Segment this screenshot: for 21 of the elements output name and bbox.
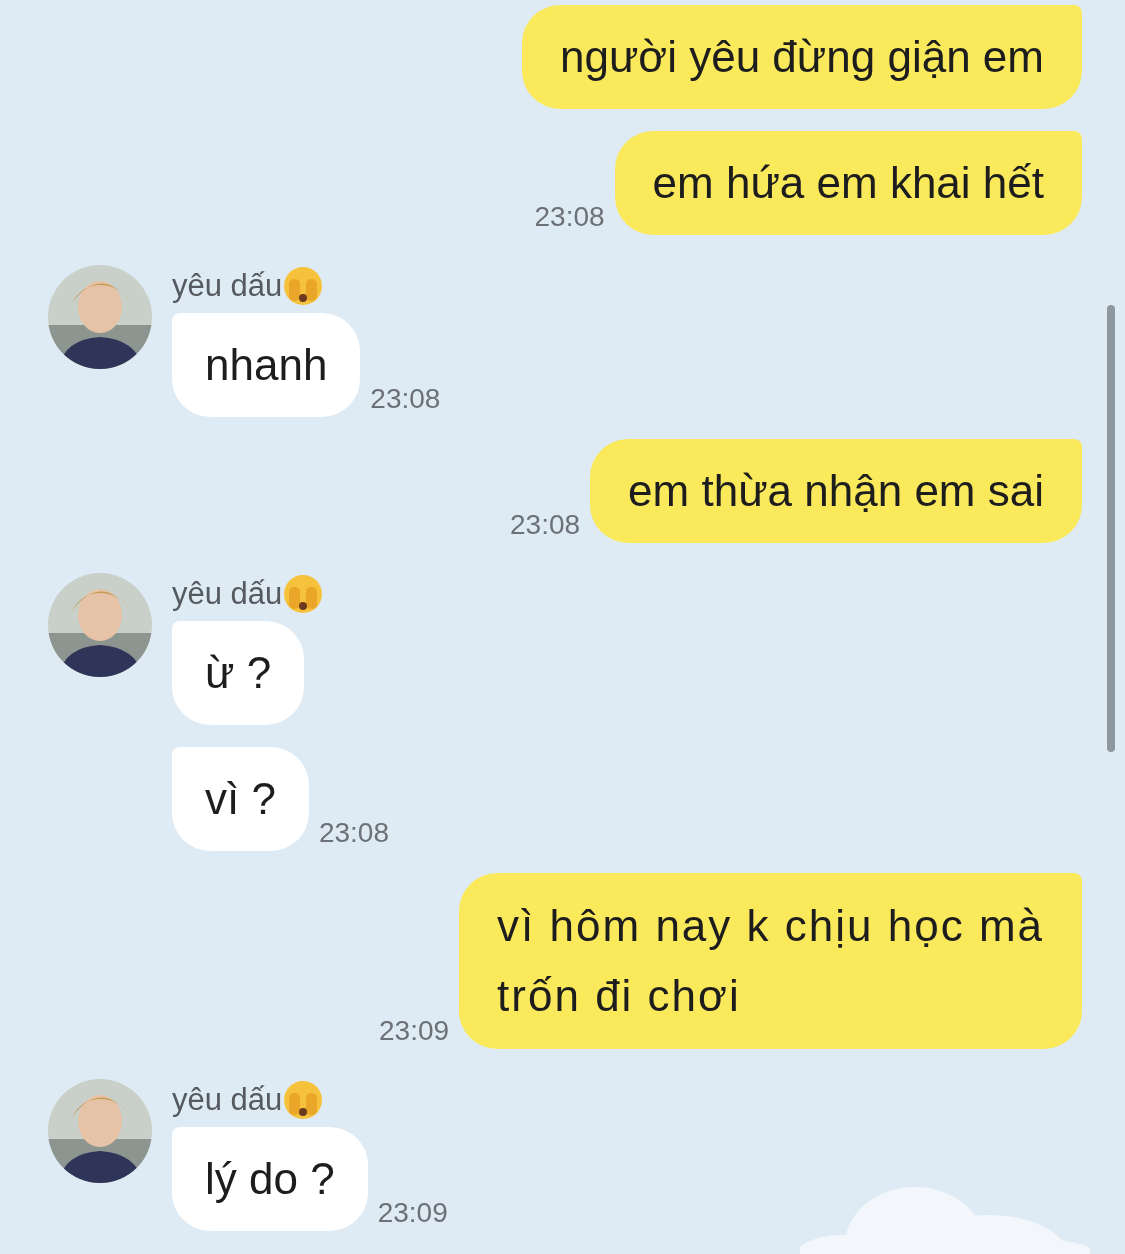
message-bubble: em hứa em khai hết (614, 131, 1082, 235)
message-bubble: người yêu đừng giận em (521, 5, 1082, 109)
message-bubble: lý do ? (172, 1127, 368, 1231)
message-bubble: nhanh (172, 313, 361, 417)
sender-name: yêu dấu (172, 1081, 283, 1119)
message-bubble: ừ ? (172, 621, 305, 725)
timestamp: 23:09 (377, 1199, 448, 1230)
message-bubble: vì hôm nay k chịu học mà trốn đi chơi (459, 873, 1082, 1049)
message-bubble: em thừa nhận em sai (590, 439, 1082, 543)
sender-name: yêu dấu (172, 267, 283, 305)
timestamp: 23:08 (534, 203, 605, 234)
message-bubble: vì ? (172, 747, 309, 851)
face-emoji-icon (282, 1079, 325, 1121)
timestamp: 23:08 (510, 511, 581, 542)
face-emoji-icon (282, 573, 325, 615)
scrollbar[interactable] (1107, 305, 1115, 752)
timestamp: 23:08 (370, 385, 441, 416)
sender-name: yêu dấu (172, 575, 283, 613)
timestamp: 23:09 (379, 1017, 450, 1048)
face-emoji-icon (282, 265, 325, 307)
timestamp: 23:08 (318, 819, 389, 850)
